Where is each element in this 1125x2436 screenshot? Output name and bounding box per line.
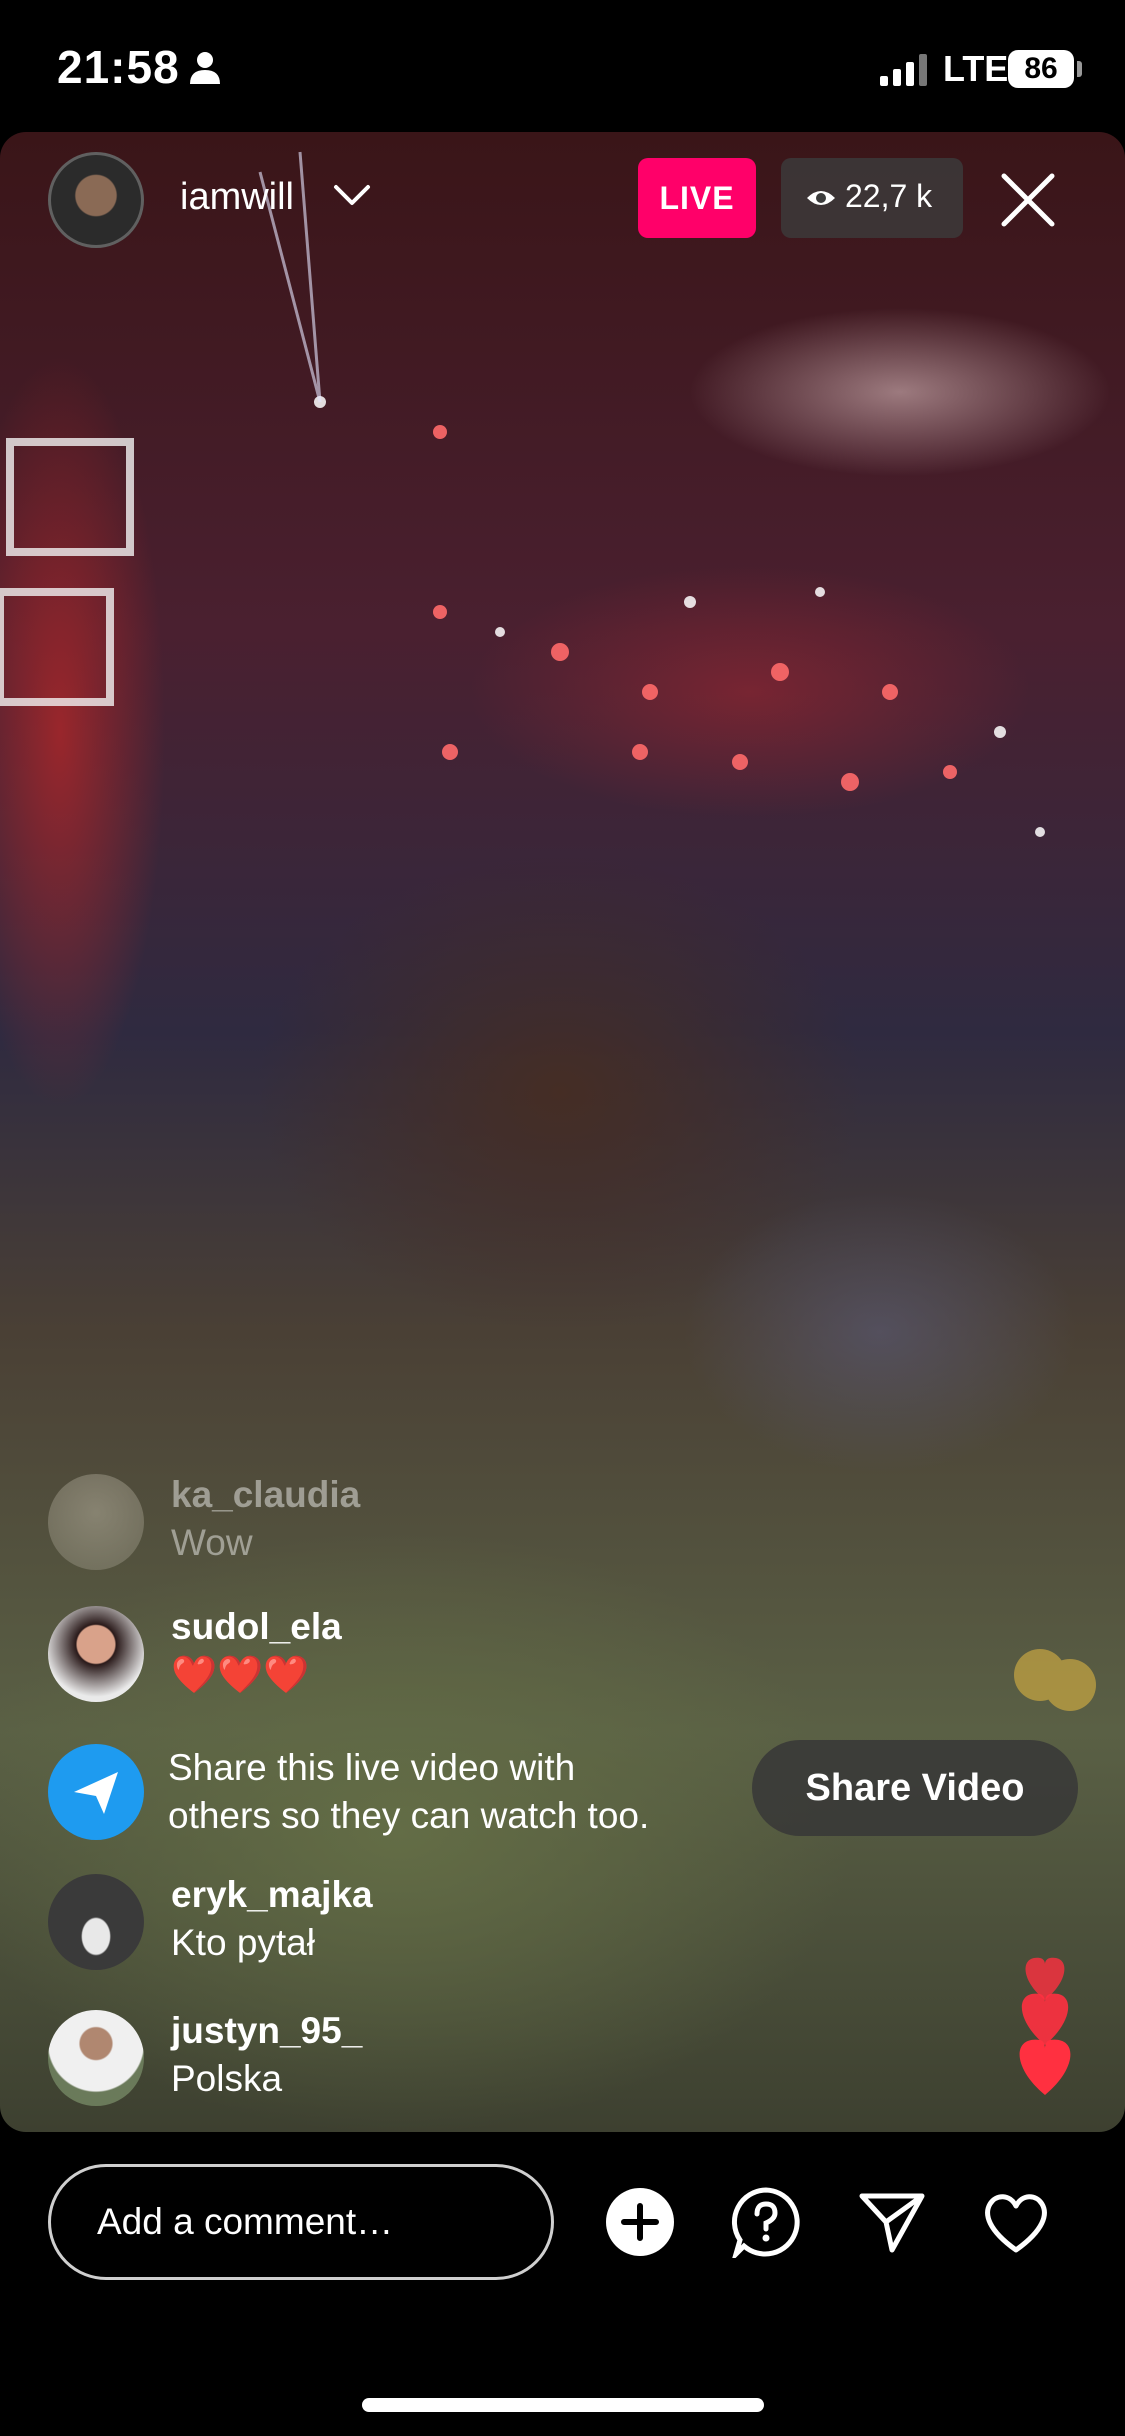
comment-item: justyn_95_ Polska [48,2010,908,2110]
live-badge: LIVE [638,158,756,238]
status-time: 21:58 [57,41,180,93]
share-video-button[interactable]: Share Video [752,1740,1078,1836]
question-icon[interactable] [730,2186,802,2258]
comment-text: Kto pytał [171,1922,315,1963]
commenter-avatar[interactable] [48,1874,144,1970]
comment-username[interactable]: sudol_ela [171,1606,342,1648]
share-prompt-text: Share this live video with others so the… [168,1744,728,1840]
home-indicator[interactable] [362,2398,764,2412]
close-icon[interactable] [998,170,1058,230]
eye-icon [807,191,835,205]
comment-text: ❤️❤️❤️ [171,1654,310,1695]
comment-username[interactable]: ka_claudia [171,1474,360,1516]
status-bar: 21:58 LTE 86 [0,0,1125,132]
floating-emoji-icon [1014,1649,1096,1711]
share-prompt-line2: others so they can watch too. [168,1795,650,1836]
share-prompt-icon [48,1744,144,1840]
comment-item: sudol_ela ❤️❤️❤️ [48,1606,908,1706]
share-prompt-line1: Share this live video with [168,1747,576,1788]
viewer-count: 22,7 k [845,178,933,214]
comment-item: eryk_majka Kto pytał [48,1874,908,1974]
send-icon[interactable] [856,2186,928,2258]
comment-username[interactable]: justyn_95_ [171,2010,362,2052]
battery-tip [1077,61,1082,77]
person-icon [190,52,220,84]
battery-indicator: 86 [1008,50,1074,88]
comment-input[interactable] [48,2164,554,2280]
floating-hearts-icon [1019,1957,1071,2095]
commenter-avatar[interactable] [48,2010,144,2106]
signal-icon [880,54,927,86]
host-avatar[interactable] [48,152,144,248]
comment-text: Wow [171,1522,253,1563]
viewer-count-pill[interactable]: 22,7 k [781,158,963,238]
comment-username[interactable]: eryk_majka [171,1874,373,1916]
commenter-avatar[interactable] [48,1474,144,1570]
comment-text: Polska [171,2058,283,2099]
commenter-avatar[interactable] [48,1606,144,1702]
heart-icon[interactable] [980,2186,1052,2258]
add-icon[interactable] [604,2186,676,2258]
carrier-label: LTE [943,48,1009,89]
comment-item: ka_claudia Wow [48,1474,908,1574]
chevron-down-icon[interactable] [332,183,372,209]
paper-plane-icon [74,1772,118,1814]
host-username[interactable]: iamwill [180,176,294,219]
